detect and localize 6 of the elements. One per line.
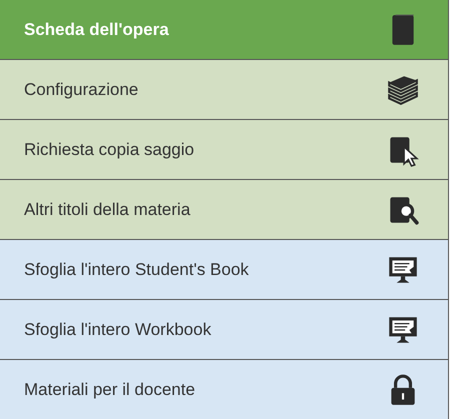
menu-item[interactable]: Configurazione: [0, 60, 448, 120]
menu-item[interactable]: Richiesta copia saggio: [0, 120, 448, 180]
menu-item[interactable]: Materiali per il docente: [0, 360, 448, 419]
menu-item[interactable]: Altri titoli della materia: [0, 180, 448, 240]
menu-item[interactable]: Sfoglia l'intero Student's Book: [0, 240, 448, 300]
menu-item[interactable]: Sfoglia l'intero Workbook: [0, 300, 448, 360]
